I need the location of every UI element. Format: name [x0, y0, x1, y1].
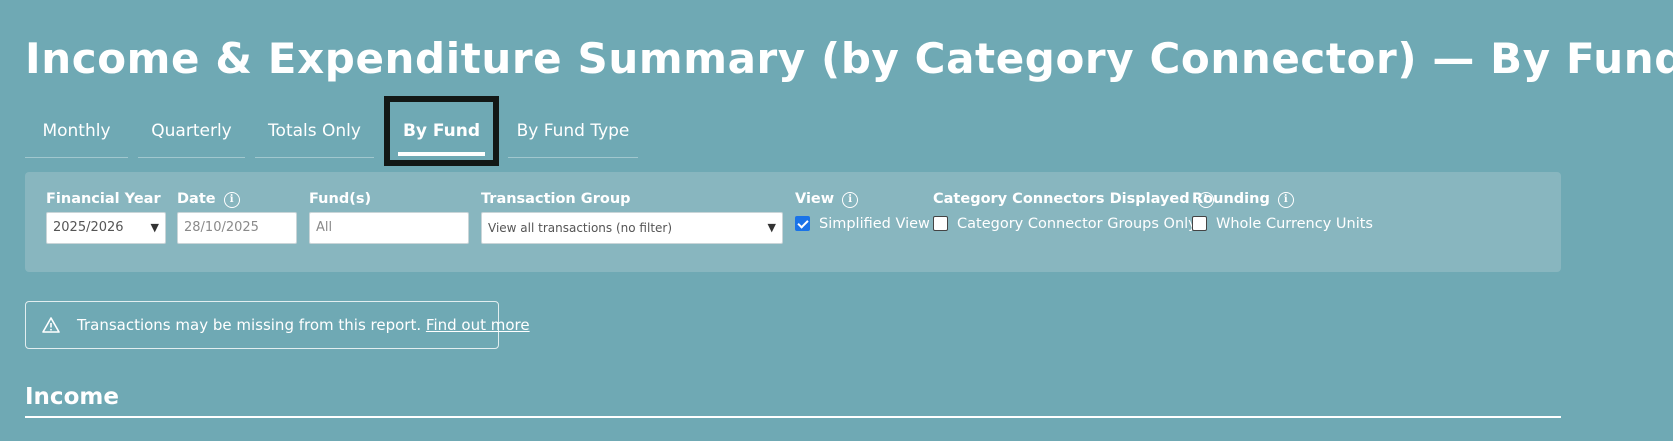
simplified-view-checkbox[interactable]: Simplified View [795, 216, 930, 232]
transaction-group-value: View all transactions (no filter) [488, 221, 673, 235]
checkbox-unchecked-icon[interactable] [933, 216, 948, 231]
checkbox-checked-icon[interactable] [795, 216, 810, 231]
simplified-view-label: Simplified View [819, 216, 930, 232]
filter-panel: Financial Year 2025/2026 ▼ Date i 28/10/2… [25, 172, 1561, 272]
tab-by-fund[interactable]: By Fund [384, 96, 499, 166]
category-connector-groups-label: Category Connector Groups Only [957, 216, 1197, 232]
info-icon[interactable]: i [223, 192, 240, 208]
view-label: View i [795, 191, 859, 208]
date-label: Date i [177, 191, 240, 208]
rounding-label: Rounding i [1192, 191, 1294, 208]
info-icon[interactable]: i [1277, 192, 1294, 208]
funds-input[interactable]: All [309, 212, 469, 244]
page-title: Income & Expenditure Summary (by Categor… [25, 34, 1673, 83]
tab-totals-only[interactable]: Totals Only [255, 104, 374, 158]
transaction-group-label: Transaction Group [481, 191, 631, 207]
tab-by-fund-type[interactable]: By Fund Type [508, 104, 638, 158]
financial-year-value: 2025/2026 [53, 220, 124, 235]
checkbox-unchecked-icon[interactable] [1192, 216, 1207, 231]
date-input[interactable]: 28/10/2025 [177, 212, 297, 244]
funds-label: Fund(s) [309, 191, 372, 207]
chevron-down-icon: ▼ [767, 221, 776, 234]
income-heading: Income [25, 384, 1561, 418]
whole-currency-units-checkbox[interactable]: Whole Currency Units [1192, 216, 1373, 232]
category-connectors-label: Category Connectors Displayed i [933, 191, 1214, 208]
find-out-more-link[interactable]: Find out more [426, 316, 530, 334]
transaction-group-select[interactable]: View all transactions (no filter) ▼ [481, 212, 783, 244]
info-icon[interactable]: i [842, 192, 859, 208]
missing-transactions-alert: Transactions may be missing from this re… [25, 301, 530, 349]
warning-icon [42, 317, 60, 333]
chevron-down-icon: ▼ [150, 221, 159, 234]
financial-year-select[interactable]: 2025/2026 ▼ [46, 212, 166, 244]
tab-quarterly[interactable]: Quarterly [138, 104, 245, 158]
financial-year-label: Financial Year [46, 191, 161, 207]
category-connector-groups-checkbox[interactable]: Category Connector Groups Only [933, 216, 1197, 232]
alert-message: Transactions may be missing from this re… [77, 316, 422, 334]
whole-currency-units-label: Whole Currency Units [1216, 216, 1373, 232]
tab-monthly[interactable]: Monthly [25, 104, 128, 158]
